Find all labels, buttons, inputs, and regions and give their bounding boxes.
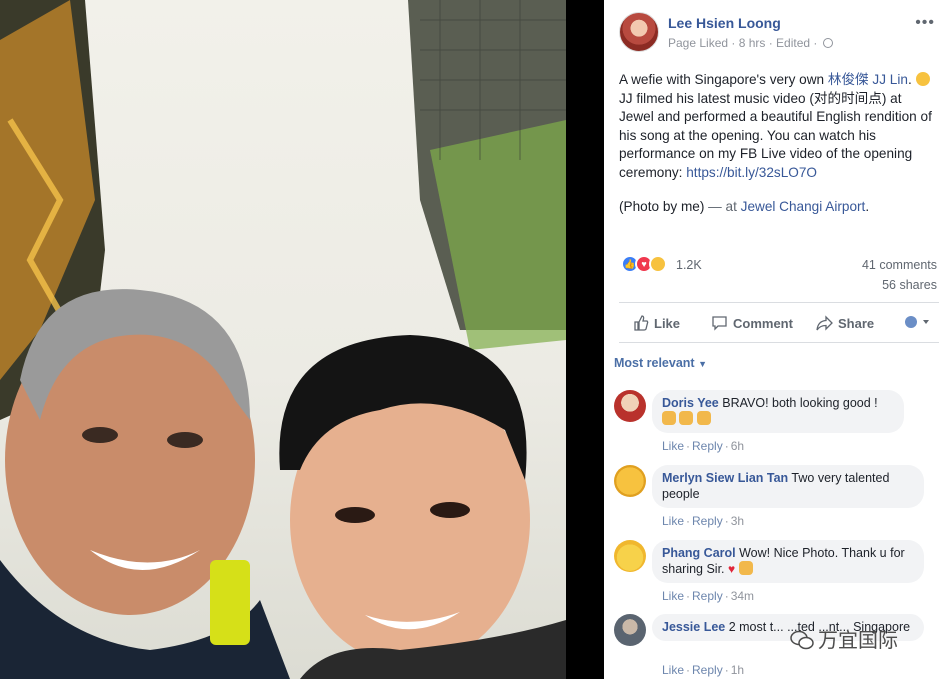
commenter-avatar[interactable]	[614, 540, 646, 572]
photo-frame-border	[566, 0, 604, 679]
post-paragraph-1: A wefie with Singapore's very own 林俊傑 JJ…	[619, 71, 937, 182]
comment-bubble: Phang Carol Wow! Nice Photo. Thank u for…	[652, 540, 924, 583]
fb-live-url-link[interactable]: https://bit.ly/32sLO7O	[686, 165, 817, 180]
wefie-illustration	[0, 0, 566, 679]
reaction-count[interactable]: 1.2K	[676, 258, 702, 272]
heart-emoji-icon: ♥	[728, 562, 736, 576]
clap-emoji-icon	[679, 411, 694, 425]
photo-credit-text: (Photo by me)	[619, 199, 705, 214]
post-meta-text: Page Liked · 8 hrs · Edited ·	[668, 36, 818, 50]
divider	[619, 342, 939, 343]
post-text-intro: A wefie with Singapore's very own	[619, 72, 828, 87]
speech-bubble-icon	[712, 316, 727, 331]
share-count[interactable]: 56 shares	[882, 278, 937, 292]
comment-sort-dropdown[interactable]: Most relevant ▼	[614, 356, 707, 370]
post-header: Lee Hsien Loong Page Liked · 8 hrs · Edi…	[619, 12, 939, 52]
post-paragraph-2: (Photo by me) — at Jewel Changi Airport.	[619, 198, 937, 217]
share-arrow-icon	[816, 315, 833, 331]
commenter-avatar[interactable]	[614, 390, 646, 422]
post-body: A wefie with Singapore's very own 林俊傑 JJ…	[619, 71, 937, 233]
clap-emoji-icon	[696, 411, 711, 425]
like-button[interactable]: Like	[633, 315, 680, 331]
comment-reply-link[interactable]: Reply	[692, 439, 723, 453]
comment-bubble: Doris Yee BRAVO! both looking good !	[652, 390, 904, 433]
comment-time[interactable]: 3h	[731, 514, 744, 528]
author-name[interactable]: Lee Hsien Loong	[668, 15, 781, 31]
comment-like-link[interactable]: Like	[662, 514, 684, 528]
audience-selector[interactable]	[904, 315, 930, 332]
comment-like-link[interactable]: Like	[662, 589, 684, 603]
grin-emoji-icon	[915, 72, 930, 86]
comment-actions: Like · Reply · 3h	[662, 514, 745, 528]
commenter-name[interactable]: Doris Yee	[662, 396, 719, 410]
comment-time[interactable]: 6h	[731, 439, 744, 453]
comment-like-link[interactable]: Like	[662, 439, 684, 453]
share-button[interactable]: Share	[816, 315, 874, 331]
comment-reply-link[interactable]: Reply	[692, 663, 723, 677]
comment-reply-link[interactable]: Reply	[692, 514, 723, 528]
wechat-logo-icon	[790, 630, 814, 650]
comment-like-link[interactable]: Like	[662, 663, 684, 677]
post-text-period: .	[907, 72, 912, 87]
watermark-text: 万宜国际	[818, 630, 898, 652]
post-meta: Page Liked · 8 hrs · Edited ·	[668, 36, 833, 50]
tag-jj-lin-link[interactable]: 林俊傑 JJ Lin	[828, 72, 908, 87]
comment-bubble: Merlyn Siew Lian Tan Two very talented p…	[652, 465, 924, 508]
comment-text: BRAVO! both looking good !	[718, 396, 878, 410]
watermark: 万宜国际	[790, 624, 898, 653]
commenter-name[interactable]: Merlyn Siew Lian Tan	[662, 471, 788, 485]
like-button-label: Like	[654, 316, 681, 331]
thumbs-up-icon	[634, 315, 649, 331]
post-photo[interactable]	[0, 0, 566, 679]
at-text: — at	[704, 199, 741, 214]
comment-time[interactable]: 1h	[731, 663, 744, 677]
commenter-avatar[interactable]	[614, 614, 646, 646]
globe-icon	[822, 38, 833, 48]
audience-avatar-dropdown-icon	[905, 316, 929, 328]
comment-actions: Like · Reply · 6h	[662, 439, 745, 453]
commenter-name[interactable]: Phang Carol	[662, 546, 736, 560]
commenter-name[interactable]: Jessie Lee	[662, 620, 725, 634]
comment-count[interactable]: 41 comments	[862, 258, 937, 272]
thumbs-up-emoji-icon	[738, 561, 753, 575]
haha-reaction-icon	[649, 255, 667, 273]
more-icon[interactable]: •••	[915, 14, 935, 32]
commenter-avatar[interactable]	[614, 465, 646, 497]
divider	[619, 302, 939, 303]
location-period: .	[865, 199, 870, 214]
comment-reply-link[interactable]: Reply	[692, 589, 723, 603]
comment-time[interactable]: 34m	[731, 589, 754, 603]
share-button-label: Share	[838, 316, 875, 331]
sort-label: Most relevant	[614, 356, 695, 370]
comment-actions: Like · Reply · 1h	[662, 663, 745, 677]
comment-actions: Like · Reply · 34m	[662, 589, 755, 603]
location-link[interactable]: Jewel Changi Airport	[741, 199, 866, 214]
post-actions: Like Comment Share	[619, 309, 939, 339]
post-panel: Lee Hsien Loong Page Liked · 8 hrs · Edi…	[604, 0, 943, 679]
caret-down-icon: ▼	[698, 359, 707, 369]
author-avatar[interactable]	[619, 12, 659, 52]
comment-button-label: Comment	[733, 316, 793, 331]
clap-emoji-icon	[662, 411, 676, 425]
